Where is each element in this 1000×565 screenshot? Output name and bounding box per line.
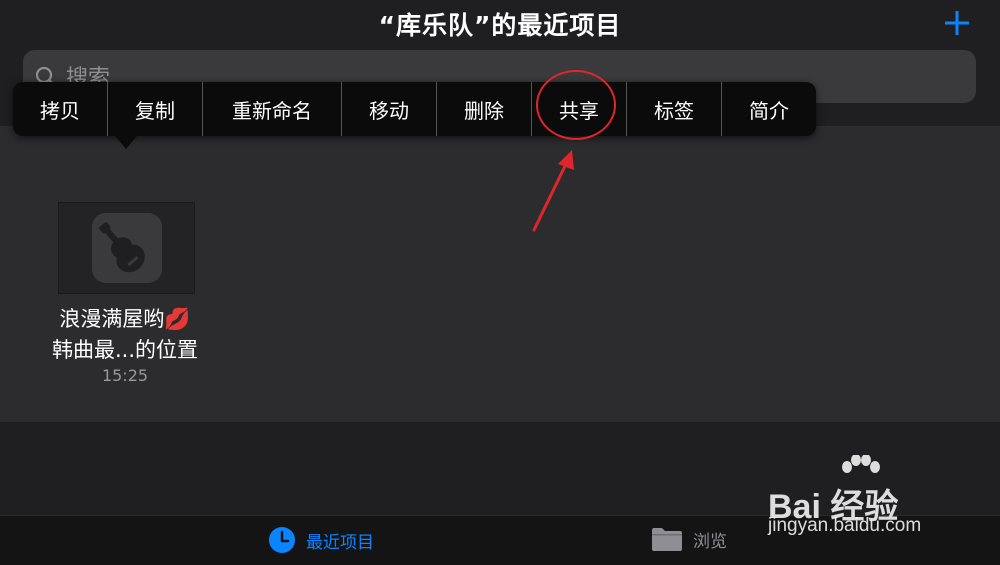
annotation-arrow bbox=[532, 150, 574, 232]
folder-icon bbox=[652, 528, 682, 551]
context-menu-pointer bbox=[115, 136, 137, 149]
guitar-icon bbox=[92, 213, 162, 283]
clock-icon bbox=[269, 527, 295, 553]
plus-icon bbox=[945, 11, 969, 35]
garageband-app-icon bbox=[92, 213, 162, 283]
menu-item-rename[interactable]: 重新命名 bbox=[203, 82, 342, 136]
tab-browse[interactable]: 浏览 bbox=[651, 526, 727, 552]
tab-recents[interactable]: 最近项目 bbox=[268, 526, 374, 554]
tab-browse-label: 浏览 bbox=[693, 531, 727, 552]
file-thumbnail[interactable] bbox=[58, 202, 195, 294]
menu-item-info[interactable]: 简介 bbox=[722, 82, 816, 136]
menu-item-copy[interactable]: 拷贝 bbox=[13, 82, 108, 136]
add-button[interactable] bbox=[942, 8, 972, 38]
file-name-line2[interactable]: 韩曲最...的位置 bbox=[20, 334, 230, 364]
tab-recents-label: 最近项目 bbox=[306, 532, 374, 553]
menu-item-move[interactable]: 移动 bbox=[342, 82, 437, 136]
menu-item-delete[interactable]: 删除 bbox=[437, 82, 532, 136]
file-name-line1[interactable]: 浪漫满屋哟💋 bbox=[20, 303, 230, 333]
page-title: “库乐队”的最近项目 bbox=[378, 11, 622, 40]
file-timestamp: 15:25 bbox=[101, 366, 149, 385]
menu-item-tags[interactable]: 标签 bbox=[627, 82, 722, 136]
baidu-watermark: Bai 经验 jingyan.baidu.com bbox=[768, 455, 968, 545]
watermark-url: jingyan.baidu.com bbox=[768, 515, 922, 536]
menu-item-duplicate[interactable]: 复制 bbox=[108, 82, 203, 136]
annotation-circle bbox=[536, 70, 616, 140]
context-menu: 拷贝 复制 重新命名 移动 删除 共享 标签 简介 bbox=[13, 82, 816, 136]
